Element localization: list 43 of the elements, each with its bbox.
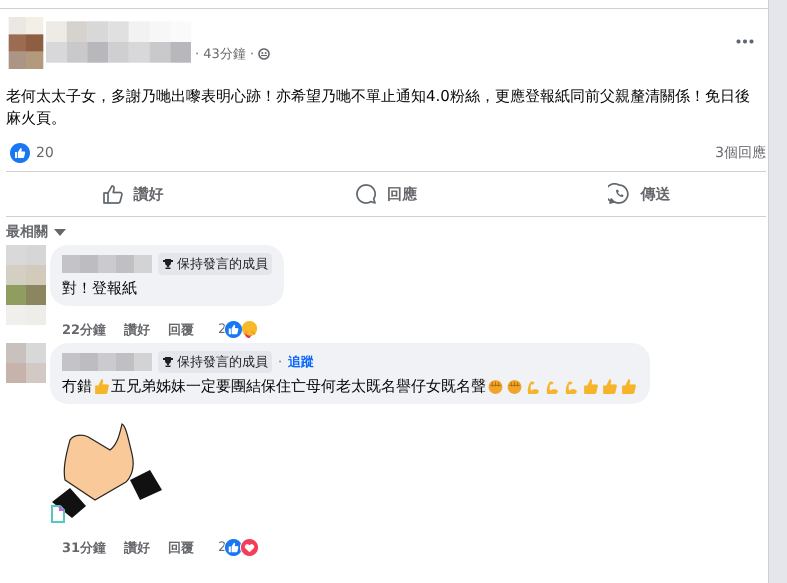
trophy-icon — [162, 258, 174, 270]
reaction-count[interactable]: 2 — [218, 322, 226, 337]
heart-reaction-icon[interactable] — [240, 538, 260, 557]
avatar[interactable] — [6, 245, 46, 325]
thumbs-up-emoji-icon — [93, 378, 110, 395]
phone-bubble-icon — [608, 183, 630, 205]
sort-filter[interactable]: 最相關 — [6, 223, 48, 241]
post-time[interactable]: · 43分鐘 · — [195, 45, 254, 63]
like-link[interactable]: 讚好 — [124, 538, 150, 556]
member-badge: 保持發言的成員 — [158, 351, 272, 373]
reply-link[interactable]: 回覆 — [168, 538, 194, 556]
like-reaction-icon[interactable] — [10, 143, 30, 163]
speech-bubble-icon — [354, 183, 377, 205]
like-link[interactable]: 讚好 — [124, 320, 150, 338]
thumbs-up-emoji-icon — [582, 378, 599, 395]
like-reaction-icon[interactable] — [224, 320, 244, 339]
thumbs-up-emoji-icon — [601, 378, 618, 395]
comment-text: 冇錯 — [62, 377, 92, 396]
fist-emoji-icon — [487, 378, 504, 395]
trophy-icon — [162, 356, 174, 368]
comment-count[interactable]: 3個回應 — [715, 144, 766, 162]
like-button[interactable]: 讚好 — [92, 172, 174, 216]
post-text: 老何太太子女，多謝乃哋出嚟表明心跡！亦希望乃哋不單止通知4.0粉絲，更應登報紙同前父親釐清關係！免日後麻火頁。 — [6, 86, 751, 129]
thumbs-up-icon — [102, 183, 124, 205]
comment-time[interactable]: 22分鐘 — [62, 320, 106, 338]
separator-dot: · — [278, 354, 282, 370]
avatar[interactable] — [6, 17, 46, 69]
comment-time[interactable]: 31分鐘 — [62, 538, 106, 556]
comment-text: 對！登報紙 — [62, 279, 137, 298]
hugging-face-reaction-icon[interactable] — [240, 320, 260, 339]
follow-link[interactable]: 追蹤 — [288, 353, 314, 371]
file-icon — [50, 504, 66, 524]
fist-emoji-icon — [506, 378, 523, 395]
share-button[interactable]: 傳送 — [598, 172, 680, 216]
more-icon[interactable] — [736, 39, 754, 44]
comment-text: 五兄弟姊妹一定要團結保住亡母何老太既名譽仔女既名聲 — [111, 377, 486, 396]
thumbs-up-emoji-icon — [620, 378, 637, 395]
reaction-count[interactable]: 2 — [218, 540, 226, 555]
caret-icon[interactable] — [54, 228, 66, 236]
like-count[interactable]: 20 — [36, 145, 54, 161]
comment-button[interactable]: 回應 — [344, 172, 427, 216]
member-badge: 保持發言的成員 — [158, 253, 272, 275]
reply-link[interactable]: 回覆 — [168, 320, 194, 338]
